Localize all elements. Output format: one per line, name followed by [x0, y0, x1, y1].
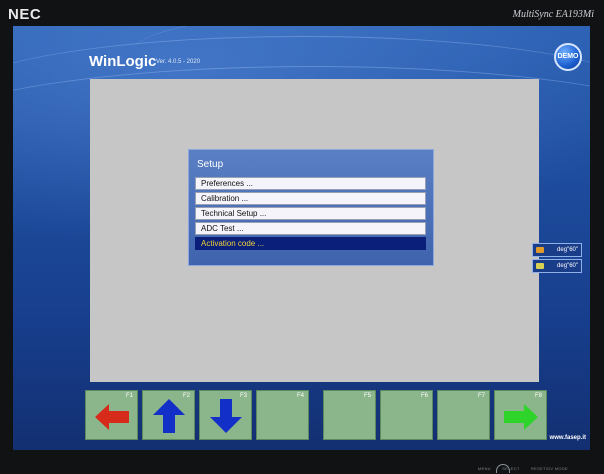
menu-item-adc-test[interactable]: ADC Test ... [195, 222, 426, 235]
menu-item-calibration[interactable]: Calibration ... [195, 192, 426, 205]
osd-menu-label: MENU [477, 466, 491, 471]
fkey-label: F8 [534, 393, 542, 399]
monitor-brand: NEC [8, 6, 42, 23]
fkey-f3[interactable]: F3 [199, 390, 252, 440]
setup-dialog: Setup Preferences ... Calibration ... Te… [188, 149, 434, 266]
menu-item-preferences[interactable]: Preferences ... [195, 177, 426, 190]
fkey-f5[interactable]: F5 [323, 390, 376, 440]
fkey-f7[interactable]: F7 [437, 390, 490, 440]
level-icon [536, 263, 544, 269]
arrow-left-red-icon [95, 404, 129, 430]
fkey-f1[interactable]: F1 [85, 390, 138, 440]
fkey-f2[interactable]: F2 [142, 390, 195, 440]
osd-select-label: SELECT [502, 466, 520, 471]
side-status-item[interactable]: deg"60" [532, 243, 582, 257]
fkey-f4[interactable]: F4 [256, 390, 309, 440]
app-screen: WinLogic Ver. 4.0.5 - 2020 DEMO Setup Pr… [13, 26, 590, 450]
app-version: Ver. 4.0.5 - 2020 [156, 59, 201, 65]
fkey-label: F7 [477, 393, 485, 399]
fkey-label: F6 [420, 393, 428, 399]
fkey-label: F1 [125, 393, 133, 399]
website-link[interactable]: www.fasep.it [550, 435, 586, 441]
monitor-bezel: NEC MultiSync EA193Mi WinLogic Ver. 4.0.… [0, 0, 604, 474]
menu-item-activation-code[interactable]: Activation code ... [195, 237, 426, 250]
menu-item-technical-setup[interactable]: Technical Setup ... [195, 207, 426, 220]
demo-badge: DEMO [554, 43, 582, 71]
side-status-label: deg"60" [557, 263, 578, 269]
dialog-title: Setup [197, 159, 224, 170]
app-title: WinLogic [89, 53, 157, 70]
arrow-down-blue-icon [210, 399, 242, 433]
fkey-f6[interactable]: F6 [380, 390, 433, 440]
osd-reset-label: RESET/DV MODE [530, 466, 568, 471]
side-status-item[interactable]: deg"60" [532, 259, 582, 273]
fkey-label: F5 [363, 393, 371, 399]
setup-menu: Preferences ... Calibration ... Technica… [195, 177, 426, 252]
monitor-osd-labels: MENU SELECT RESET/DV MODE [468, 466, 568, 471]
plug-icon [536, 247, 544, 253]
arrow-right-green-icon [504, 404, 538, 430]
monitor-model: MultiSync EA193Mi [512, 9, 594, 20]
arrow-up-blue-icon [153, 399, 185, 433]
fkey-f8[interactable]: F8 [494, 390, 547, 440]
fkey-label: F4 [296, 393, 304, 399]
side-status-label: deg"60" [557, 247, 578, 253]
